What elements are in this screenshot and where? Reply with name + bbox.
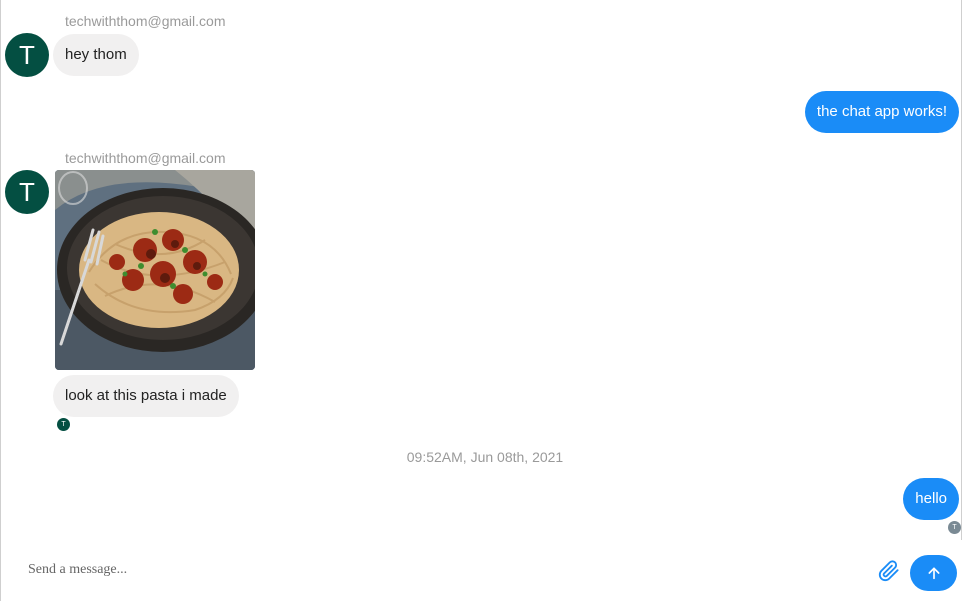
arrow-up-icon — [928, 567, 939, 580]
sender-name: techwiththom@gmail.com — [65, 13, 226, 29]
message-bubble-incoming: look at this pasta i made — [53, 375, 239, 417]
message-bubble-incoming: hey thom — [53, 34, 139, 76]
avatar[interactable]: T — [5, 170, 49, 214]
pasta-photo[interactable] — [55, 170, 255, 370]
message-bubble-outgoing: the chat app works! — [804, 91, 959, 133]
read-receipt-avatar: T — [948, 521, 961, 534]
send-button[interactable] — [910, 555, 957, 591]
message-bubble-outgoing: hello — [903, 478, 959, 520]
message-composer — [2, 540, 962, 601]
sender-name: techwiththom@gmail.com — [65, 150, 226, 166]
message-timestamp: 09:52AM, Jun 08th, 2021 — [406, 449, 564, 465]
read-receipt-avatar: T — [57, 418, 70, 431]
chat-window: techwiththom@gmail.com T hey thom the ch… — [0, 0, 962, 601]
paperclip-icon[interactable] — [878, 560, 900, 582]
pasta-image — [55, 170, 255, 370]
message-input[interactable] — [16, 552, 856, 588]
avatar[interactable]: T — [5, 33, 49, 77]
